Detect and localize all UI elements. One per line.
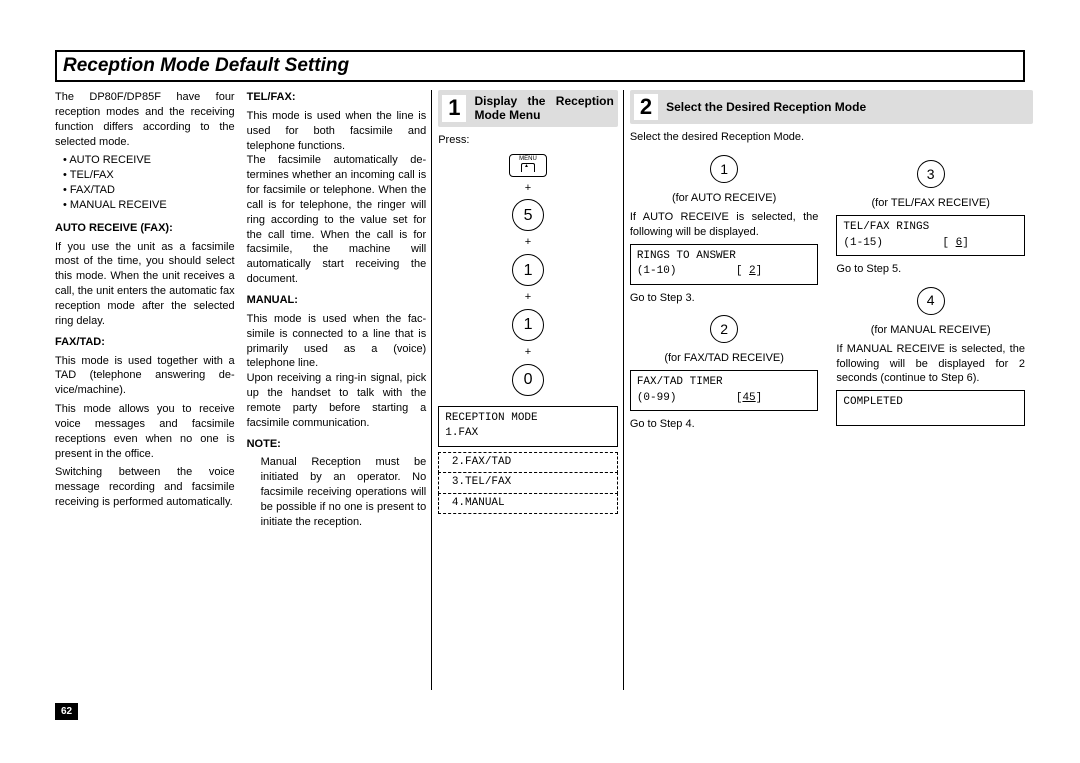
- lcd-display: FAX/TAD TIMER (0-99) [45]: [630, 370, 819, 411]
- press-label: Press:: [438, 133, 618, 148]
- auto-receive-body: If you use the unit as a facsimile most …: [55, 240, 235, 329]
- telfax-body: This mode is used when the line is used …: [247, 109, 427, 287]
- opt4-note: If MANUAL RECEIVE is se­lected, the foll…: [836, 342, 1025, 387]
- step-title: Select the Desired Reception Mode: [666, 100, 866, 114]
- note-body: Manual Reception must be initiated by an…: [247, 455, 427, 529]
- content-columns: The DP80F/DP85F have four reception mode…: [55, 90, 1025, 710]
- opt2-label: (for FAX/TAD RECEIVE): [630, 351, 819, 366]
- lcd-text: FAX/TAD TIMER (0-99) [: [637, 376, 743, 403]
- lcd-display: TEL/FAX RINGS (1-15) [ 6]: [836, 215, 1025, 256]
- divider: [623, 90, 624, 690]
- list-item: FAX/TAD: [63, 183, 235, 198]
- list-item: MANUAL RECEIVE: [63, 198, 235, 213]
- step-number: 2: [634, 94, 658, 120]
- step2-subcolumns: Select the desired Reception Mode. 1 (fo…: [630, 130, 1025, 435]
- key-1: 1: [512, 254, 544, 286]
- column-1: The DP80F/DP85F have four reception mode…: [55, 90, 235, 710]
- step-number: 1: [442, 95, 466, 121]
- faxtad-body: Switching between the voice message reco…: [55, 465, 235, 510]
- lcd-option: 2.FAX/TAD: [438, 452, 618, 473]
- lcd-text: TEL/FAX RINGS (1-15) [: [843, 221, 955, 248]
- plus-icon: +: [525, 235, 531, 250]
- step-title: Display the Reception Mode Menu: [474, 94, 613, 123]
- list-item: TEL/FAX: [63, 168, 235, 183]
- lcd-option: 3.TEL/FAX: [438, 472, 618, 493]
- lcd-value: 6: [956, 237, 963, 249]
- intro-text: The DP80F/DP85F have four reception mode…: [55, 90, 235, 149]
- step2-intro: Select the desired Reception Mode.: [630, 130, 819, 145]
- list-item: AUTO RECEIVE: [63, 153, 235, 168]
- opt1-goto: Go to Step 3.: [630, 291, 819, 306]
- page-title: Reception Mode Default Setting: [57, 52, 1023, 80]
- opt2-goto: Go to Step 4.: [630, 417, 819, 432]
- faxtad-heading: FAX/TAD:: [55, 335, 235, 350]
- option-2-icon: 2: [710, 315, 738, 343]
- lcd-value: 45: [742, 392, 755, 404]
- opt3-label: (for TEL/FAX RECEIVE): [836, 196, 1025, 211]
- arrow-icon: [521, 163, 535, 172]
- divider: [431, 90, 432, 690]
- lcd-display: RINGS TO ANSWER (1-10) [ 2]: [630, 244, 819, 285]
- lcd-display: COMPLETED: [836, 390, 1025, 425]
- option-3-icon: 3: [917, 160, 945, 188]
- telfax-heading: TEL/FAX:: [247, 90, 427, 105]
- note-heading: NOTE:: [247, 437, 427, 452]
- opt1-note: If AUTO RECEIVE is selected, the followi…: [630, 210, 819, 240]
- plus-icon: +: [525, 290, 531, 305]
- option-4-icon: 4: [917, 287, 945, 315]
- option-1-icon: 1: [710, 155, 738, 183]
- key-1: 1: [512, 309, 544, 341]
- opt4-label: (for MANUAL RECEIVE): [836, 323, 1025, 338]
- lcd-option: 4.MANUAL: [438, 493, 618, 514]
- key-sequence: MENU + 5 + 1 + 1 + 0: [438, 154, 618, 396]
- subcol-left: Select the desired Reception Mode. 1 (fo…: [630, 130, 819, 435]
- lcd-display: RECEPTION MODE 1.FAX: [438, 406, 618, 447]
- step-1-column: 1 Display the Reception Mode Menu Press:…: [438, 90, 618, 710]
- subcol-right: 3 (for TEL/FAX RECEIVE) TEL/FAX RINGS (1…: [836, 130, 1025, 435]
- opt1-label: (for AUTO RECEIVE): [630, 191, 819, 206]
- plus-icon: +: [525, 181, 531, 196]
- plus-icon: +: [525, 345, 531, 360]
- manual-body: This mode is used when the fac­simile is…: [247, 312, 427, 431]
- faxtad-body: This mode allows you to receive voice me…: [55, 402, 235, 461]
- manual-heading: MANUAL:: [247, 293, 427, 308]
- key-5: 5: [512, 199, 544, 231]
- lcd-text: RINGS TO ANSWER (1-10) [: [637, 250, 749, 277]
- key-0: 0: [512, 364, 544, 396]
- opt3-goto: Go to Step 5.: [836, 262, 1025, 277]
- menu-key-icon: MENU: [509, 154, 547, 177]
- page-number: 62: [55, 703, 78, 721]
- menu-label: MENU: [519, 156, 537, 162]
- faxtad-body: This mode is used together with a TAD (t…: [55, 354, 235, 399]
- column-2: TEL/FAX: This mode is used when the line…: [247, 90, 427, 710]
- step-1-header: 1 Display the Reception Mode Menu: [438, 90, 618, 127]
- lcd-value: 2: [749, 265, 756, 277]
- auto-receive-heading: AUTO RECEIVE (FAX):: [55, 221, 235, 236]
- page-title-box: Reception Mode Default Setting: [55, 50, 1025, 82]
- step-2-header: 2 Select the Desired Reception Mode: [630, 90, 1033, 124]
- step-2-column: 2 Select the Desired Reception Mode Sele…: [630, 90, 1025, 710]
- mode-list: AUTO RECEIVE TEL/FAX FAX/TAD MANUAL RECE…: [55, 153, 235, 212]
